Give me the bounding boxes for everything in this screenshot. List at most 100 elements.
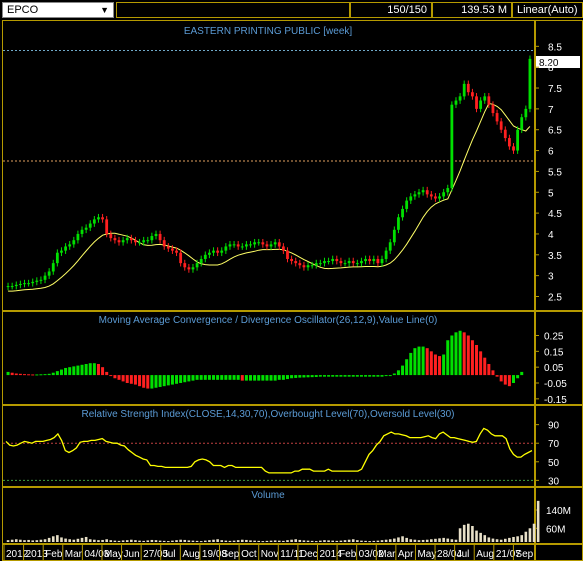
volume-bar [495, 539, 499, 542]
volume-bar [343, 540, 347, 542]
macd-bar [483, 357, 487, 376]
volume-bar [191, 540, 195, 542]
macd-bar [191, 375, 195, 381]
price-tick-label: 3 [548, 272, 554, 283]
macd-bar [47, 373, 51, 376]
candle-body [183, 263, 187, 268]
macd-bar [6, 371, 10, 376]
candle-body [487, 96, 491, 105]
candle-body [347, 261, 351, 264]
macd-bar [150, 375, 154, 389]
candle-body [388, 242, 392, 251]
volume-bar [323, 540, 326, 542]
candle-body [158, 233, 162, 241]
candle-body [438, 196, 441, 199]
volume-bar [376, 540, 380, 542]
candle-body [380, 258, 384, 264]
macd-bar [429, 351, 433, 376]
price-tick-label: 8 [548, 63, 554, 74]
volume-bar [331, 540, 334, 542]
candle-body [269, 244, 273, 247]
volume-bar [113, 540, 117, 542]
macd-bar [372, 375, 376, 377]
volume-bar [80, 537, 84, 542]
volume-tick-label: 60M [546, 524, 565, 535]
candle-body [368, 258, 372, 262]
macd-bar [491, 370, 495, 376]
volume-bar [467, 523, 470, 542]
rsi-tick-label: 50 [548, 458, 560, 469]
macd-bar [138, 375, 142, 387]
volume-bar [405, 537, 408, 542]
candle-body [310, 265, 314, 267]
candle-body [191, 267, 195, 270]
macd-bar [22, 374, 26, 376]
candle-body [6, 286, 10, 288]
candle-body [55, 252, 59, 264]
price-tick-label: 5 [548, 188, 554, 199]
macd-bar [355, 375, 359, 377]
candle-body [409, 196, 413, 201]
candle-body [475, 96, 478, 109]
candle-body [142, 240, 146, 243]
volume-bar [68, 539, 71, 542]
macd-bar [64, 367, 68, 376]
macd-bar [401, 365, 405, 376]
candle-body [446, 188, 450, 193]
candle-body [39, 279, 43, 281]
volume-bar [171, 540, 174, 542]
candle-body [294, 261, 298, 264]
macd-bar [512, 375, 516, 383]
volume-bar [388, 539, 392, 542]
candle-body [76, 233, 80, 241]
candle-body [351, 261, 355, 264]
candle-body [405, 200, 409, 209]
volume-bar [351, 539, 355, 542]
date-tick-label: Mar [378, 549, 396, 560]
volume-bar [88, 539, 92, 542]
candle-body [88, 223, 92, 228]
volume-bar [516, 536, 519, 542]
macd-bar [18, 373, 22, 376]
date-tick-label: Jul [457, 549, 470, 560]
macd-bar [327, 375, 331, 377]
macd-bar [310, 375, 314, 378]
candle-body [327, 261, 330, 263]
candle-body [343, 263, 347, 265]
volume-bar [47, 537, 51, 542]
volume-bar [158, 540, 162, 542]
candle-body [80, 229, 84, 234]
candle-body [331, 258, 335, 262]
candle-body [495, 113, 499, 122]
candle-body [97, 217, 100, 220]
candle-body [146, 240, 150, 242]
volume-bar [520, 535, 524, 542]
macd-bar [10, 372, 14, 376]
volume-bar [384, 539, 388, 542]
volume-bar [93, 539, 96, 542]
volume-bar [364, 540, 367, 542]
candle-body [203, 254, 207, 259]
macd-bar [175, 375, 179, 384]
volume-bar [314, 541, 318, 543]
macd-bar [294, 375, 298, 378]
macd-bar [146, 375, 150, 389]
macd-bar [59, 369, 63, 376]
date-tick-label: Dec [300, 549, 318, 560]
volume-bar [273, 540, 277, 542]
date-tick-label: Feb [339, 549, 357, 560]
macd-bar [314, 375, 318, 377]
candle-body [499, 121, 503, 130]
candle-body [413, 194, 417, 197]
macd-bar [142, 375, 146, 388]
candle-body [298, 263, 302, 266]
candle-body [277, 242, 281, 247]
volume-bar [253, 540, 256, 542]
macd-bar [27, 374, 31, 376]
macd-bar [343, 375, 347, 377]
volume-bar [425, 539, 429, 542]
macd-bar [351, 375, 355, 377]
candle-body [35, 280, 39, 282]
volume-bar [249, 540, 252, 542]
macd-bar [364, 375, 368, 377]
